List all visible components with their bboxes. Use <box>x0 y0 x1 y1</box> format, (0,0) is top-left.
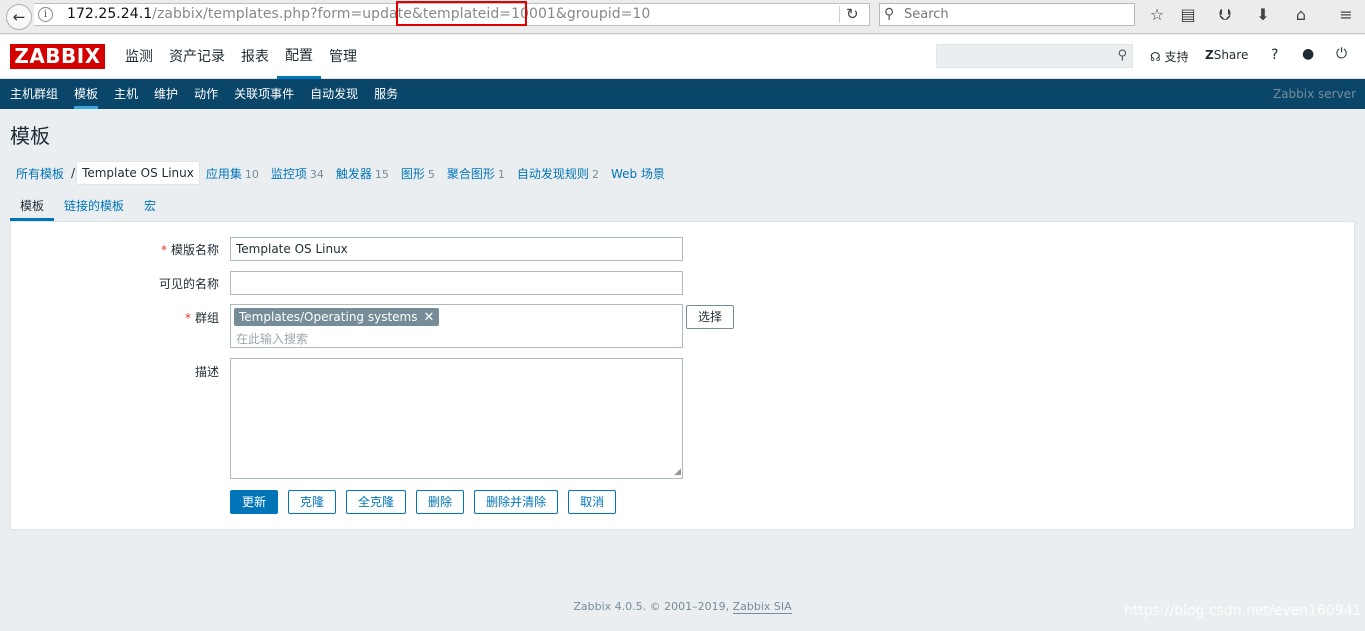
submenu-services[interactable]: 服务 <box>366 79 406 109</box>
template-name-label: * 模版名称 <box>160 243 219 257</box>
breadcrumb-discovery-rules[interactable]: 自动发现规则 2 <box>511 165 605 182</box>
breadcrumb-graphs[interactable]: 图形 5 <box>395 165 441 182</box>
url-highlight-box <box>396 1 527 26</box>
description-textarea[interactable]: ◢ <box>230 358 683 479</box>
pocket-icon[interactable]: ⮋ <box>1215 5 1235 25</box>
template-name-input[interactable]: Template OS Linux <box>230 237 683 261</box>
url-divider <box>839 6 840 23</box>
update-button[interactable]: 更新 <box>230 490 279 514</box>
download-icon[interactable]: ⬇ <box>1253 5 1273 25</box>
user-profile-icon[interactable]: ● <box>1302 46 1314 62</box>
breadcrumb-items[interactable]: 监控项 34 <box>265 165 330 182</box>
delete-and-clear-button[interactable]: 删除并清除 <box>474 490 559 514</box>
form-buttons: 更新 克隆 全克隆 删除 删除并清除 取消 <box>230 490 626 514</box>
zabbix-header: ZABBIX 监测 资产记录 报表 配置 管理 ⚲ ☊ 支持 ZShare ? … <box>0 35 1365 79</box>
footer-zabbix-sia-link[interactable]: Zabbix SIA <box>732 600 792 614</box>
breadcrumb: 所有模板 / Template OS Linux 应用集 10 监控项 34 触发器… <box>10 161 671 185</box>
tab-template[interactable]: 模板 <box>10 195 55 221</box>
watermark: https://blog.csdn.net/even160941 <box>1124 603 1362 619</box>
reload-icon[interactable]: ↻ <box>846 5 859 23</box>
submenu-actions[interactable]: 动作 <box>186 79 226 109</box>
delete-button[interactable]: 删除 <box>416 490 465 514</box>
url-text: 172.25.24.1/zabbix/templates.php?form=up… <box>67 6 651 22</box>
logout-icon[interactable]: ⏻ <box>1336 46 1347 62</box>
cancel-button[interactable]: 取消 <box>568 490 617 514</box>
server-name: Zabbix server <box>1272 87 1356 101</box>
menu-inventory[interactable]: 资产记录 <box>161 35 233 79</box>
visible-name-input[interactable] <box>230 271 683 295</box>
visible-name-label: 可见的名称 <box>158 277 219 291</box>
sub-menu: 主机群组 模板 主机 维护 动作 关联项事件 自动发现 服务 Zabbix se… <box>0 79 1365 109</box>
description-label: 描述 <box>194 365 219 379</box>
search-placeholder: Search <box>904 7 949 22</box>
browser-toolbar: ← i 172.25.24.1/zabbix/templates.php?for… <box>0 0 1365 34</box>
top-menu: 监测 资产记录 报表 配置 管理 <box>117 35 365 79</box>
menu-administration[interactable]: 管理 <box>321 35 365 79</box>
headset-icon: ☊ <box>1150 50 1161 64</box>
search-icon[interactable]: ⚲ <box>1117 48 1127 63</box>
submenu-discovery[interactable]: 自动发现 <box>302 79 366 109</box>
submenu-templates[interactable]: 模板 <box>66 79 106 109</box>
share-z-icon: Z <box>1205 48 1214 62</box>
tab-macros[interactable]: 宏 <box>134 195 166 221</box>
breadcrumb-all-templates[interactable]: 所有模板 <box>10 165 70 182</box>
breadcrumb-web-scenarios[interactable]: Web 场景 <box>605 165 671 182</box>
breadcrumb-current-template[interactable]: Template OS Linux <box>76 161 200 185</box>
bookmark-star-icon[interactable]: ☆ <box>1147 5 1167 25</box>
menu-reports[interactable]: 报表 <box>233 35 277 79</box>
menu-monitoring[interactable]: 监测 <box>117 35 161 79</box>
full-clone-button[interactable]: 全克隆 <box>346 490 407 514</box>
submenu-event-correlation[interactable]: 关联项事件 <box>226 79 302 109</box>
share-link[interactable]: ZShare <box>1205 48 1248 62</box>
search-icon: ⚲ <box>884 6 895 22</box>
home-icon[interactable]: ⌂ <box>1291 5 1311 25</box>
resize-handle-icon[interactable]: ◢ <box>674 467 681 477</box>
clone-button[interactable]: 克隆 <box>288 490 337 514</box>
zabbix-logo[interactable]: ZABBIX <box>10 44 105 69</box>
support-link[interactable]: ☊ 支持 <box>1150 48 1189 65</box>
remove-chip-icon[interactable]: ✕ <box>424 310 435 325</box>
page-title: 模板 <box>10 124 50 148</box>
browser-search-input[interactable]: ⚲ Search <box>879 3 1135 26</box>
breadcrumb-applications[interactable]: 应用集 10 <box>200 165 265 182</box>
groups-label: * 群组 <box>184 311 219 325</box>
groups-multiselect[interactable]: Templates/Operating systems ✕ 在此输入搜索 <box>230 304 683 348</box>
url-bar[interactable]: i 172.25.24.1/zabbix/templates.php?form=… <box>34 1 870 26</box>
template-form: * 模版名称 Template OS Linux 可见的名称 * 群组 Templa… <box>10 222 1355 530</box>
back-arrow-icon[interactable]: ← <box>6 4 32 30</box>
groups-search-placeholder[interactable]: 在此输入搜索 <box>236 330 308 347</box>
menu-icon[interactable]: ≡ <box>1336 5 1356 25</box>
select-groups-button[interactable]: 选择 <box>686 305 734 329</box>
reading-list-icon[interactable]: ▤ <box>1178 5 1198 25</box>
group-chip: Templates/Operating systems ✕ <box>234 308 440 326</box>
form-tabs: 模板 链接的模板 宏 <box>10 195 1355 222</box>
submenu-host-groups[interactable]: 主机群组 <box>2 79 66 109</box>
info-icon[interactable]: i <box>38 7 53 22</box>
submenu-hosts[interactable]: 主机 <box>106 79 146 109</box>
template-name-value: Template OS Linux <box>236 242 348 256</box>
footer-copyright: Zabbix 4.0.5. © 2001–2019, <box>573 600 730 613</box>
submenu-maintenance[interactable]: 维护 <box>146 79 186 109</box>
breadcrumb-screens[interactable]: 聚合图形 1 <box>441 165 511 182</box>
global-search-input[interactable]: ⚲ <box>936 44 1133 68</box>
menu-configuration[interactable]: 配置 <box>277 35 321 79</box>
breadcrumb-triggers[interactable]: 触发器 15 <box>330 165 395 182</box>
tab-linked-templates[interactable]: 链接的模板 <box>54 195 134 221</box>
help-link[interactable]: ? <box>1271 47 1278 63</box>
